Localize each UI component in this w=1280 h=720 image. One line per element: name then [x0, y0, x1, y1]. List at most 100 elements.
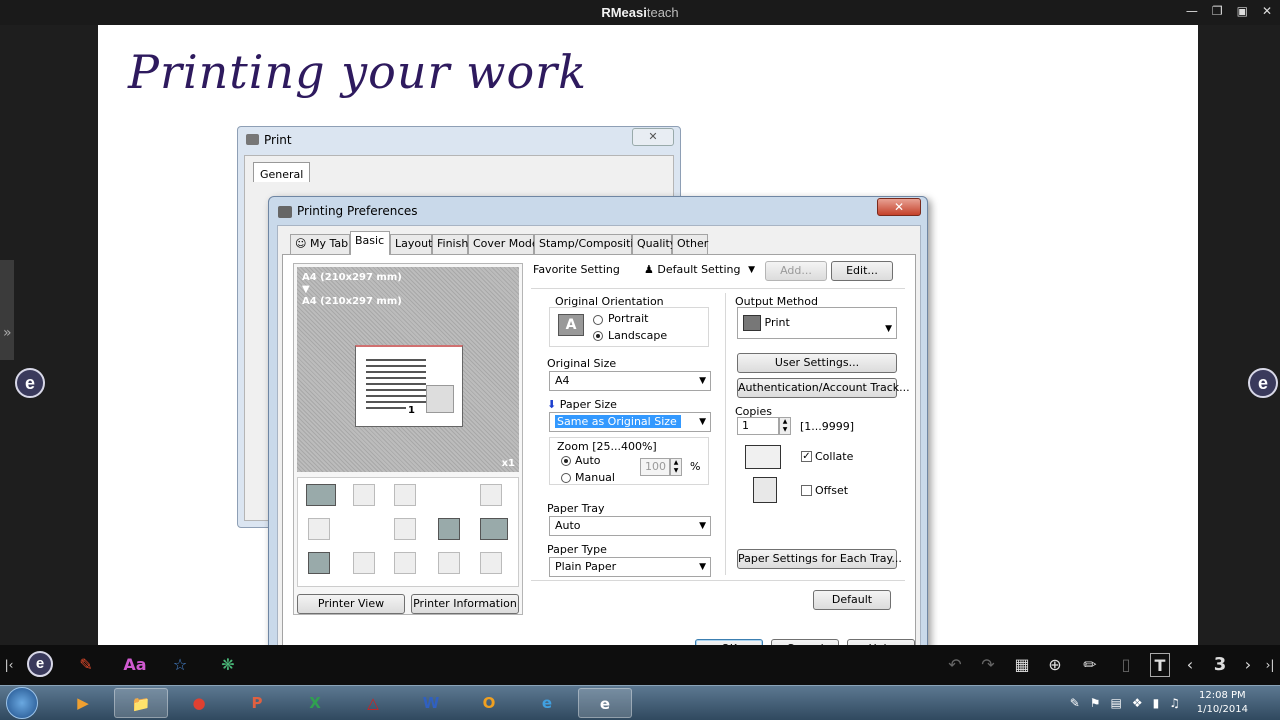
chevron-down-icon: ▼ — [748, 265, 755, 275]
copies-icon[interactable] — [394, 484, 416, 506]
print-dialog-close-button[interactable]: ✕ — [632, 128, 674, 146]
printer-view-button[interactable]: Printer View — [297, 594, 405, 614]
capture-icon[interactable]: ▦ — [1012, 653, 1032, 677]
restore-icon[interactable]: ❐ — [1212, 4, 1223, 18]
add-button[interactable]: Add... — [765, 261, 827, 281]
last-page-icon[interactable]: ›| — [1262, 653, 1278, 677]
dialog-close-button[interactable]: ✕ — [877, 198, 921, 216]
battery-icon[interactable]: ▮ — [1153, 696, 1160, 710]
internet-explorer-icon[interactable]: e — [520, 688, 574, 718]
tab-layout[interactable]: Layout — [390, 234, 432, 254]
explorer-icon[interactable]: 📁 — [114, 688, 168, 718]
star-icon[interactable]: ☆ — [168, 653, 192, 677]
tab-finish[interactable]: Finish — [432, 234, 468, 254]
tab-my-tab[interactable]: ☺ My Tab — [290, 234, 350, 254]
tab-other[interactable]: Other — [672, 234, 708, 254]
chevron-down-icon: ▼ — [699, 376, 706, 386]
delete-icon[interactable]: ▯ — [1116, 653, 1136, 677]
text-tool-icon[interactable]: Aa — [120, 653, 150, 677]
printer-information-button[interactable]: Printer Information — [411, 594, 519, 614]
zoom-manual-radio[interactable] — [561, 473, 571, 483]
redo-icon[interactable]: ↷ — [978, 653, 998, 677]
offset-checkbox[interactable] — [801, 485, 812, 496]
copies-input[interactable]: 1 — [737, 417, 779, 435]
chrome-icon[interactable]: ● — [172, 688, 226, 718]
start-button-icon[interactable] — [6, 687, 38, 719]
secure-print-icon[interactable] — [480, 518, 508, 540]
user-settings-button[interactable]: User Settings... — [737, 353, 897, 373]
volume-icon[interactable]: ♫ — [1169, 696, 1180, 710]
original-size-select[interactable]: A4 ▼ — [549, 371, 711, 391]
minimize-icon[interactable]: — — [1186, 4, 1198, 18]
powerpoint-icon[interactable]: P — [230, 688, 284, 718]
fold-icon[interactable] — [438, 552, 460, 574]
pen-icon[interactable]: ✎ — [74, 653, 98, 677]
preview-image-box — [426, 385, 454, 413]
portrait-radio[interactable] — [593, 315, 603, 325]
previous-page-icon[interactable]: ‹ — [1182, 653, 1198, 677]
dropbox-icon[interactable]: ❖ — [1132, 696, 1143, 710]
exit-fullscreen-icon[interactable]: ▣ — [1237, 4, 1248, 18]
app-title-bold: RMeasi — [601, 5, 647, 20]
easiteach-menu-icon[interactable]: e — [27, 651, 53, 677]
tab-label: Basic — [355, 234, 385, 247]
easiteach-logo-icon[interactable]: e — [1248, 368, 1278, 398]
duplex-icon[interactable] — [308, 518, 330, 540]
collate-checkbox[interactable]: ✓ — [801, 451, 812, 462]
output-print-icon[interactable] — [306, 484, 336, 506]
acrobat-icon[interactable]: △ — [346, 688, 400, 718]
paper-type-select[interactable]: Plain Paper ▼ — [549, 557, 711, 577]
paper-settings-button[interactable]: Paper Settings for Each Tray... — [737, 549, 902, 569]
landscape-radio[interactable] — [593, 331, 603, 341]
undo-icon[interactable]: ↶ — [945, 653, 965, 677]
zoom-input[interactable]: 100 — [640, 458, 670, 476]
media-player-icon[interactable]: ▶ — [56, 688, 110, 718]
tab-stamp-composition[interactable]: Stamp/Composition — [534, 234, 647, 254]
copies-spinner[interactable]: ▲ ▼ — [779, 417, 791, 435]
document-icon[interactable] — [308, 552, 330, 574]
paper-tray-select[interactable]: Auto ▼ — [549, 516, 711, 536]
taskbar-clock[interactable]: 12:08 PM 1/10/2014 — [1197, 689, 1248, 717]
tab-cover-mode[interactable]: Cover Mode — [468, 234, 539, 254]
page-title: Printing your work — [128, 45, 588, 99]
zoom-auto-radio[interactable] — [561, 456, 571, 466]
close-icon[interactable]: ✕ — [1262, 4, 1272, 18]
zoom-icon[interactable]: ⊕ — [1044, 653, 1066, 677]
tray-icon[interactable] — [480, 552, 502, 574]
setting-icon[interactable] — [353, 484, 375, 506]
excel-icon[interactable]: X — [288, 688, 342, 718]
tab-general[interactable]: General — [253, 162, 311, 182]
authentication-button[interactable]: Authentication/Account Track... — [737, 378, 910, 398]
booklet-icon[interactable] — [480, 484, 502, 506]
dialog-title: Printing Preferences — [297, 204, 418, 218]
stamp-icon[interactable] — [394, 518, 416, 540]
easiteach-taskbar-icon[interactable]: e — [578, 688, 632, 718]
next-page-icon[interactable]: › — [1240, 653, 1256, 677]
word-icon[interactable]: W — [404, 688, 458, 718]
easiteach-logo-icon[interactable]: e — [15, 368, 45, 398]
tab-basic[interactable]: Basic — [350, 231, 390, 255]
text-box-icon[interactable]: T — [1150, 653, 1170, 677]
staple-icon[interactable] — [353, 552, 375, 574]
edit-button[interactable]: Edit... — [831, 261, 893, 281]
favorite-setting-select[interactable]: ♟ Default Setting ▼ — [639, 261, 759, 281]
side-panel-handle[interactable] — [0, 260, 14, 360]
basic-tab-page: A4 (210x297 mm) ▼ A4 (210x297 mm) 1 x1 P… — [282, 254, 916, 656]
pen-input-icon[interactable]: ✎ — [1070, 696, 1080, 710]
flag-icon[interactable]: ⚑ — [1090, 696, 1101, 710]
default-button[interactable]: Default — [813, 590, 891, 610]
gallery-icon[interactable]: ❋ — [216, 653, 240, 677]
network-icon[interactable]: ▤ — [1111, 696, 1122, 710]
expand-chevron-icon[interactable]: » — [3, 325, 12, 341]
favorite-icon: ♟ — [644, 263, 654, 276]
outlook-icon[interactable]: O — [462, 688, 516, 718]
watermark-icon[interactable] — [438, 518, 460, 540]
punch-icon[interactable] — [394, 552, 416, 574]
paper-tray-value: Auto — [555, 519, 581, 532]
paper-size-select[interactable]: Same as Original Size ▼ — [549, 412, 711, 432]
zoom-spinner[interactable]: ▲ ▼ — [670, 458, 682, 476]
highlighter-icon[interactable]: ✏ — [1080, 653, 1100, 677]
tab-quality[interactable]: Quality — [632, 234, 676, 254]
collapse-toolbar-icon[interactable]: |‹ — [2, 653, 16, 677]
output-method-select[interactable]: Print ▼ — [737, 307, 897, 339]
